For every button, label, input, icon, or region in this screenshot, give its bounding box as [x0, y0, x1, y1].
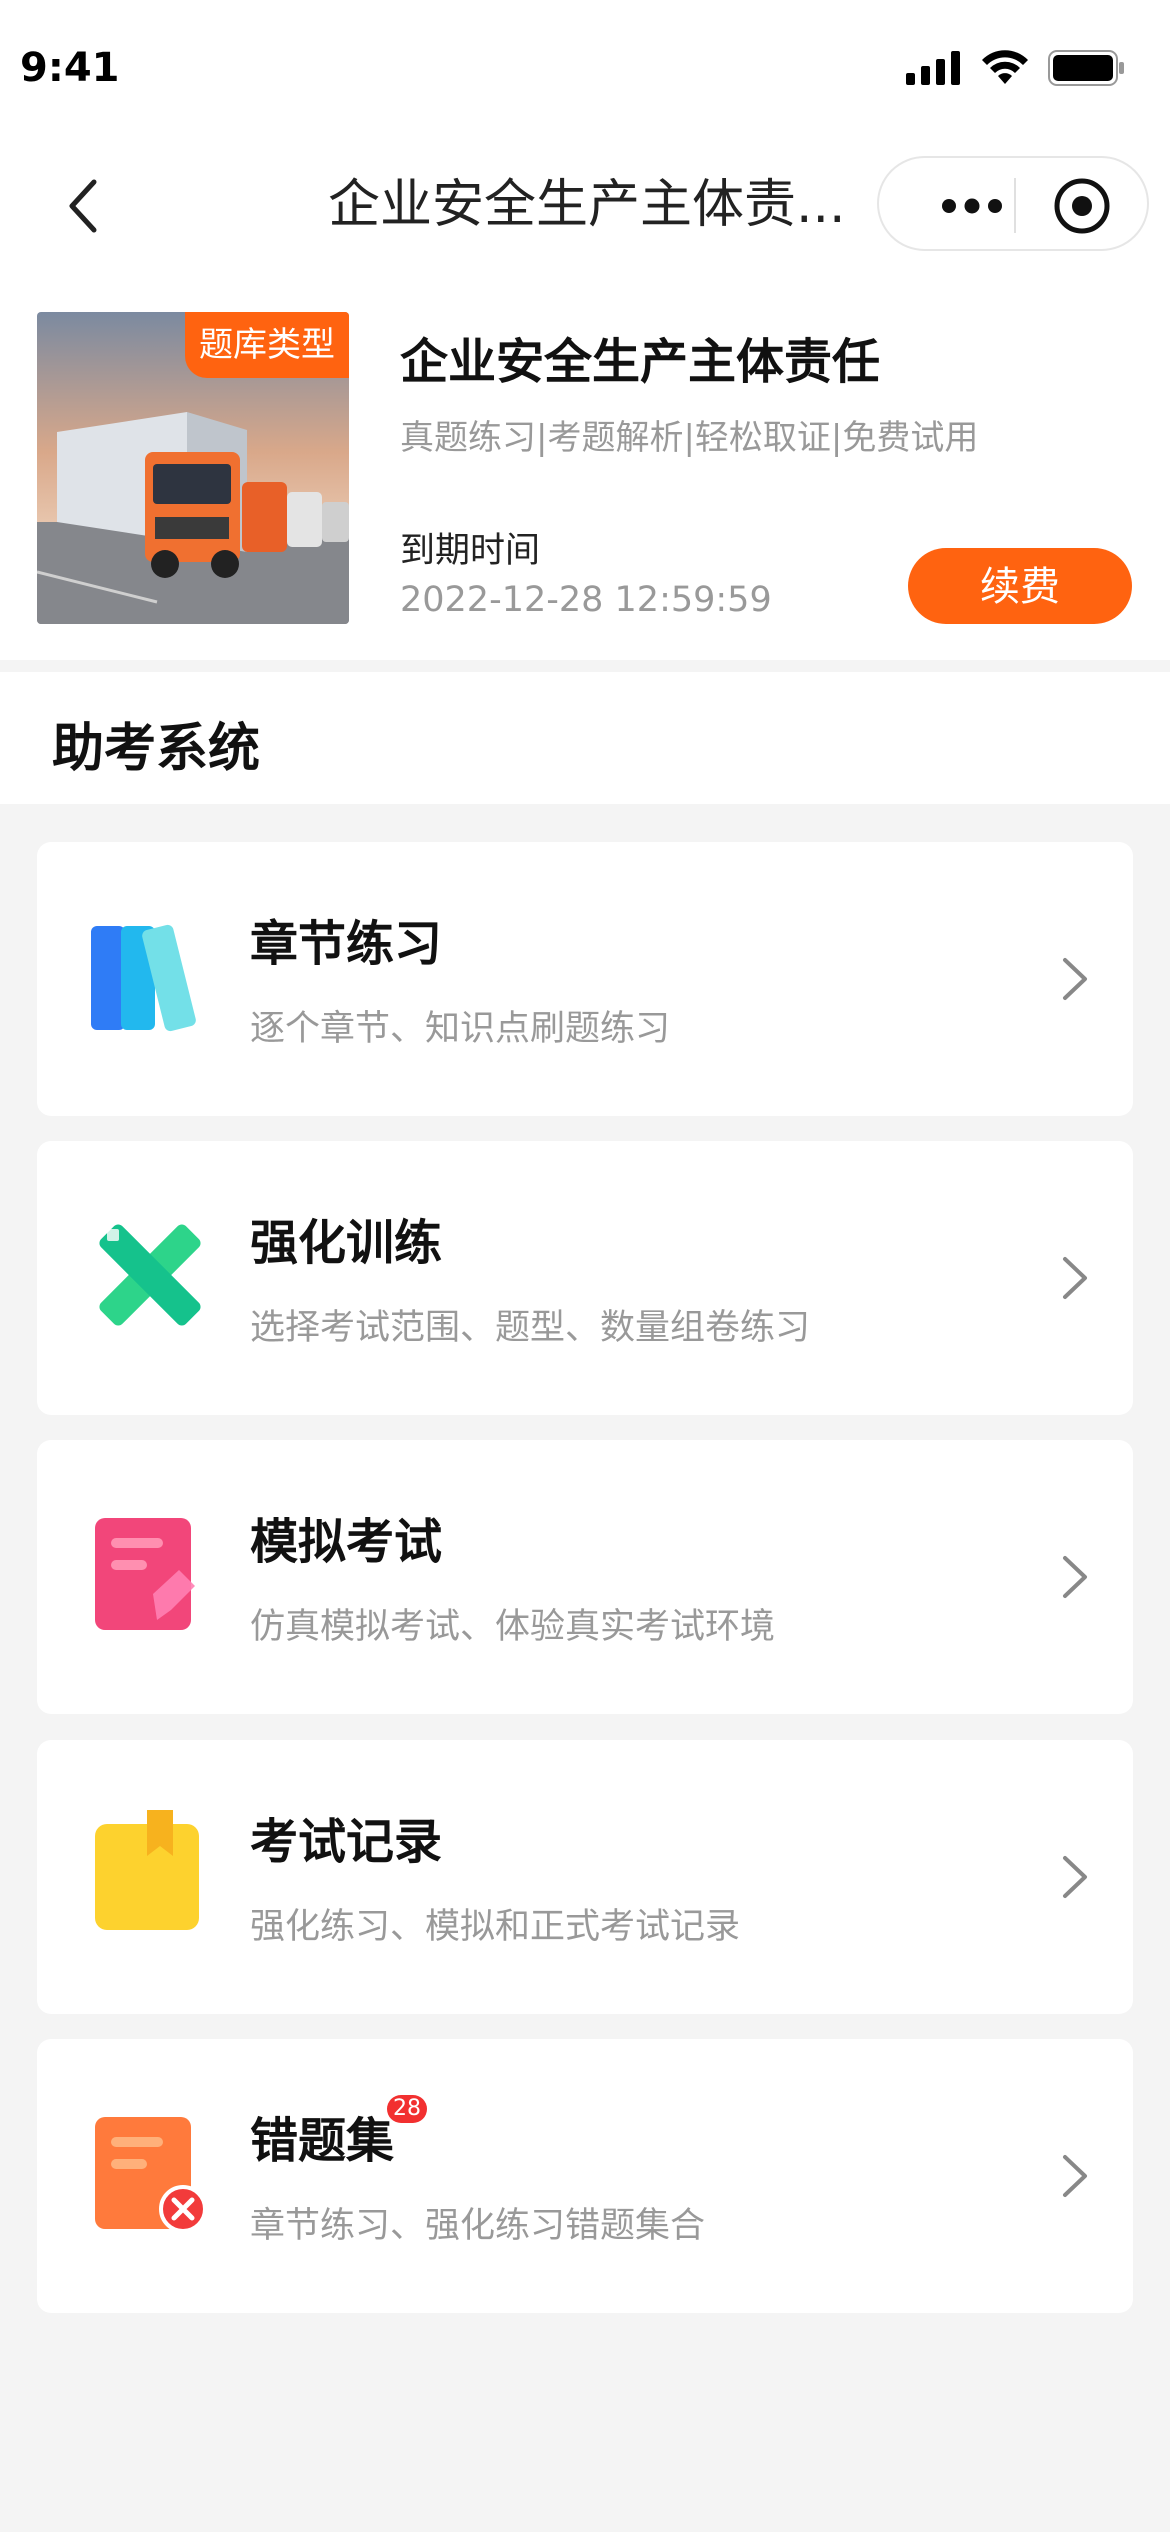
close-miniprogram-icon[interactable] [1052, 176, 1112, 236]
chevron-right-icon [1063, 2155, 1087, 2197]
wifi-icon [982, 50, 1028, 84]
bookmark-icon [95, 1810, 199, 1930]
renew-button[interactable]: 续费 [908, 548, 1132, 624]
navigation-bar: 企业安全生产主体责... [0, 140, 1170, 270]
menu-item-desc: 仿真模拟考试、体验真实考试环境 [250, 1607, 776, 1647]
menu-item-desc: 章节练习、强化练习错题集合 [250, 2206, 706, 2246]
menu-item-intensive-training[interactable]: 强化训练 选择考试范围、题型、数量组卷练习 [37, 1141, 1133, 1415]
section-header: 助考系统 [0, 672, 1170, 804]
expire-date: 2022-12-28 12:59:59 [400, 580, 772, 620]
page-title: 企业安全生产主体责... [328, 175, 846, 235]
chevron-right-icon [1063, 1856, 1087, 1898]
capsule-divider [1014, 178, 1016, 233]
menu-item-desc: 逐个章节、知识点刷题练习 [250, 1009, 671, 1049]
wrong-count-badge: 28 [387, 2095, 427, 2123]
course-cover-image[interactable]: 题库类型 [37, 312, 349, 624]
status-icons [906, 50, 1126, 86]
menu-item-title: 错题集 [250, 2113, 395, 2169]
menu-item-title: 章节练习 [250, 916, 443, 972]
chevron-right-icon [1063, 1257, 1087, 1299]
menu-item-title: 考试记录 [250, 1814, 443, 1870]
back-icon[interactable] [52, 176, 112, 236]
course-card: 题库类型 企业安全生产主体责任 真题练习|考题解析|轻松取证|免费试用 到期时间… [0, 270, 1170, 660]
wrong-answers-icon [95, 2117, 207, 2233]
menu-item-title: 模拟考试 [250, 1514, 443, 1570]
course-subtitle: 真题练习|考题解析|轻松取证|免费试用 [400, 418, 979, 458]
expire-label: 到期时间 [400, 531, 541, 571]
chevron-right-icon [1063, 1556, 1087, 1598]
battery-icon [1048, 50, 1124, 86]
books-icon [91, 924, 196, 1032]
menu-item-mock-exam[interactable]: 模拟考试 仿真模拟考试、体验真实考试环境 [37, 1440, 1133, 1714]
status-bar: 9:41 [0, 0, 1170, 140]
status-time: 9:41 [20, 45, 120, 91]
exam-paper-icon [95, 1518, 195, 1630]
menu-item-title: 强化训练 [250, 1215, 443, 1271]
menu-item-exam-records[interactable]: 考试记录 强化练习、模拟和正式考试记录 [37, 1740, 1133, 2014]
section-title: 助考系统 [52, 719, 261, 779]
chevron-right-icon [1063, 958, 1087, 1000]
course-title: 企业安全生产主体责任 [400, 334, 881, 390]
menu-item-desc: 选择考试范围、题型、数量组卷练习 [250, 1308, 811, 1348]
signal-icon [906, 51, 960, 85]
mini-program-capsule [877, 156, 1149, 251]
menu-item-wrong-questions[interactable]: 错题集 28 章节练习、强化练习错题集合 [37, 2039, 1133, 2313]
question-bank-tag: 题库类型 [185, 312, 349, 378]
pencil-ruler-icon [99, 1224, 201, 1326]
menu-item-desc: 强化练习、模拟和正式考试记录 [250, 1907, 741, 1947]
menu-item-chapter-practice[interactable]: 章节练习 逐个章节、知识点刷题练习 [37, 842, 1133, 1116]
more-icon[interactable] [917, 188, 1027, 223]
